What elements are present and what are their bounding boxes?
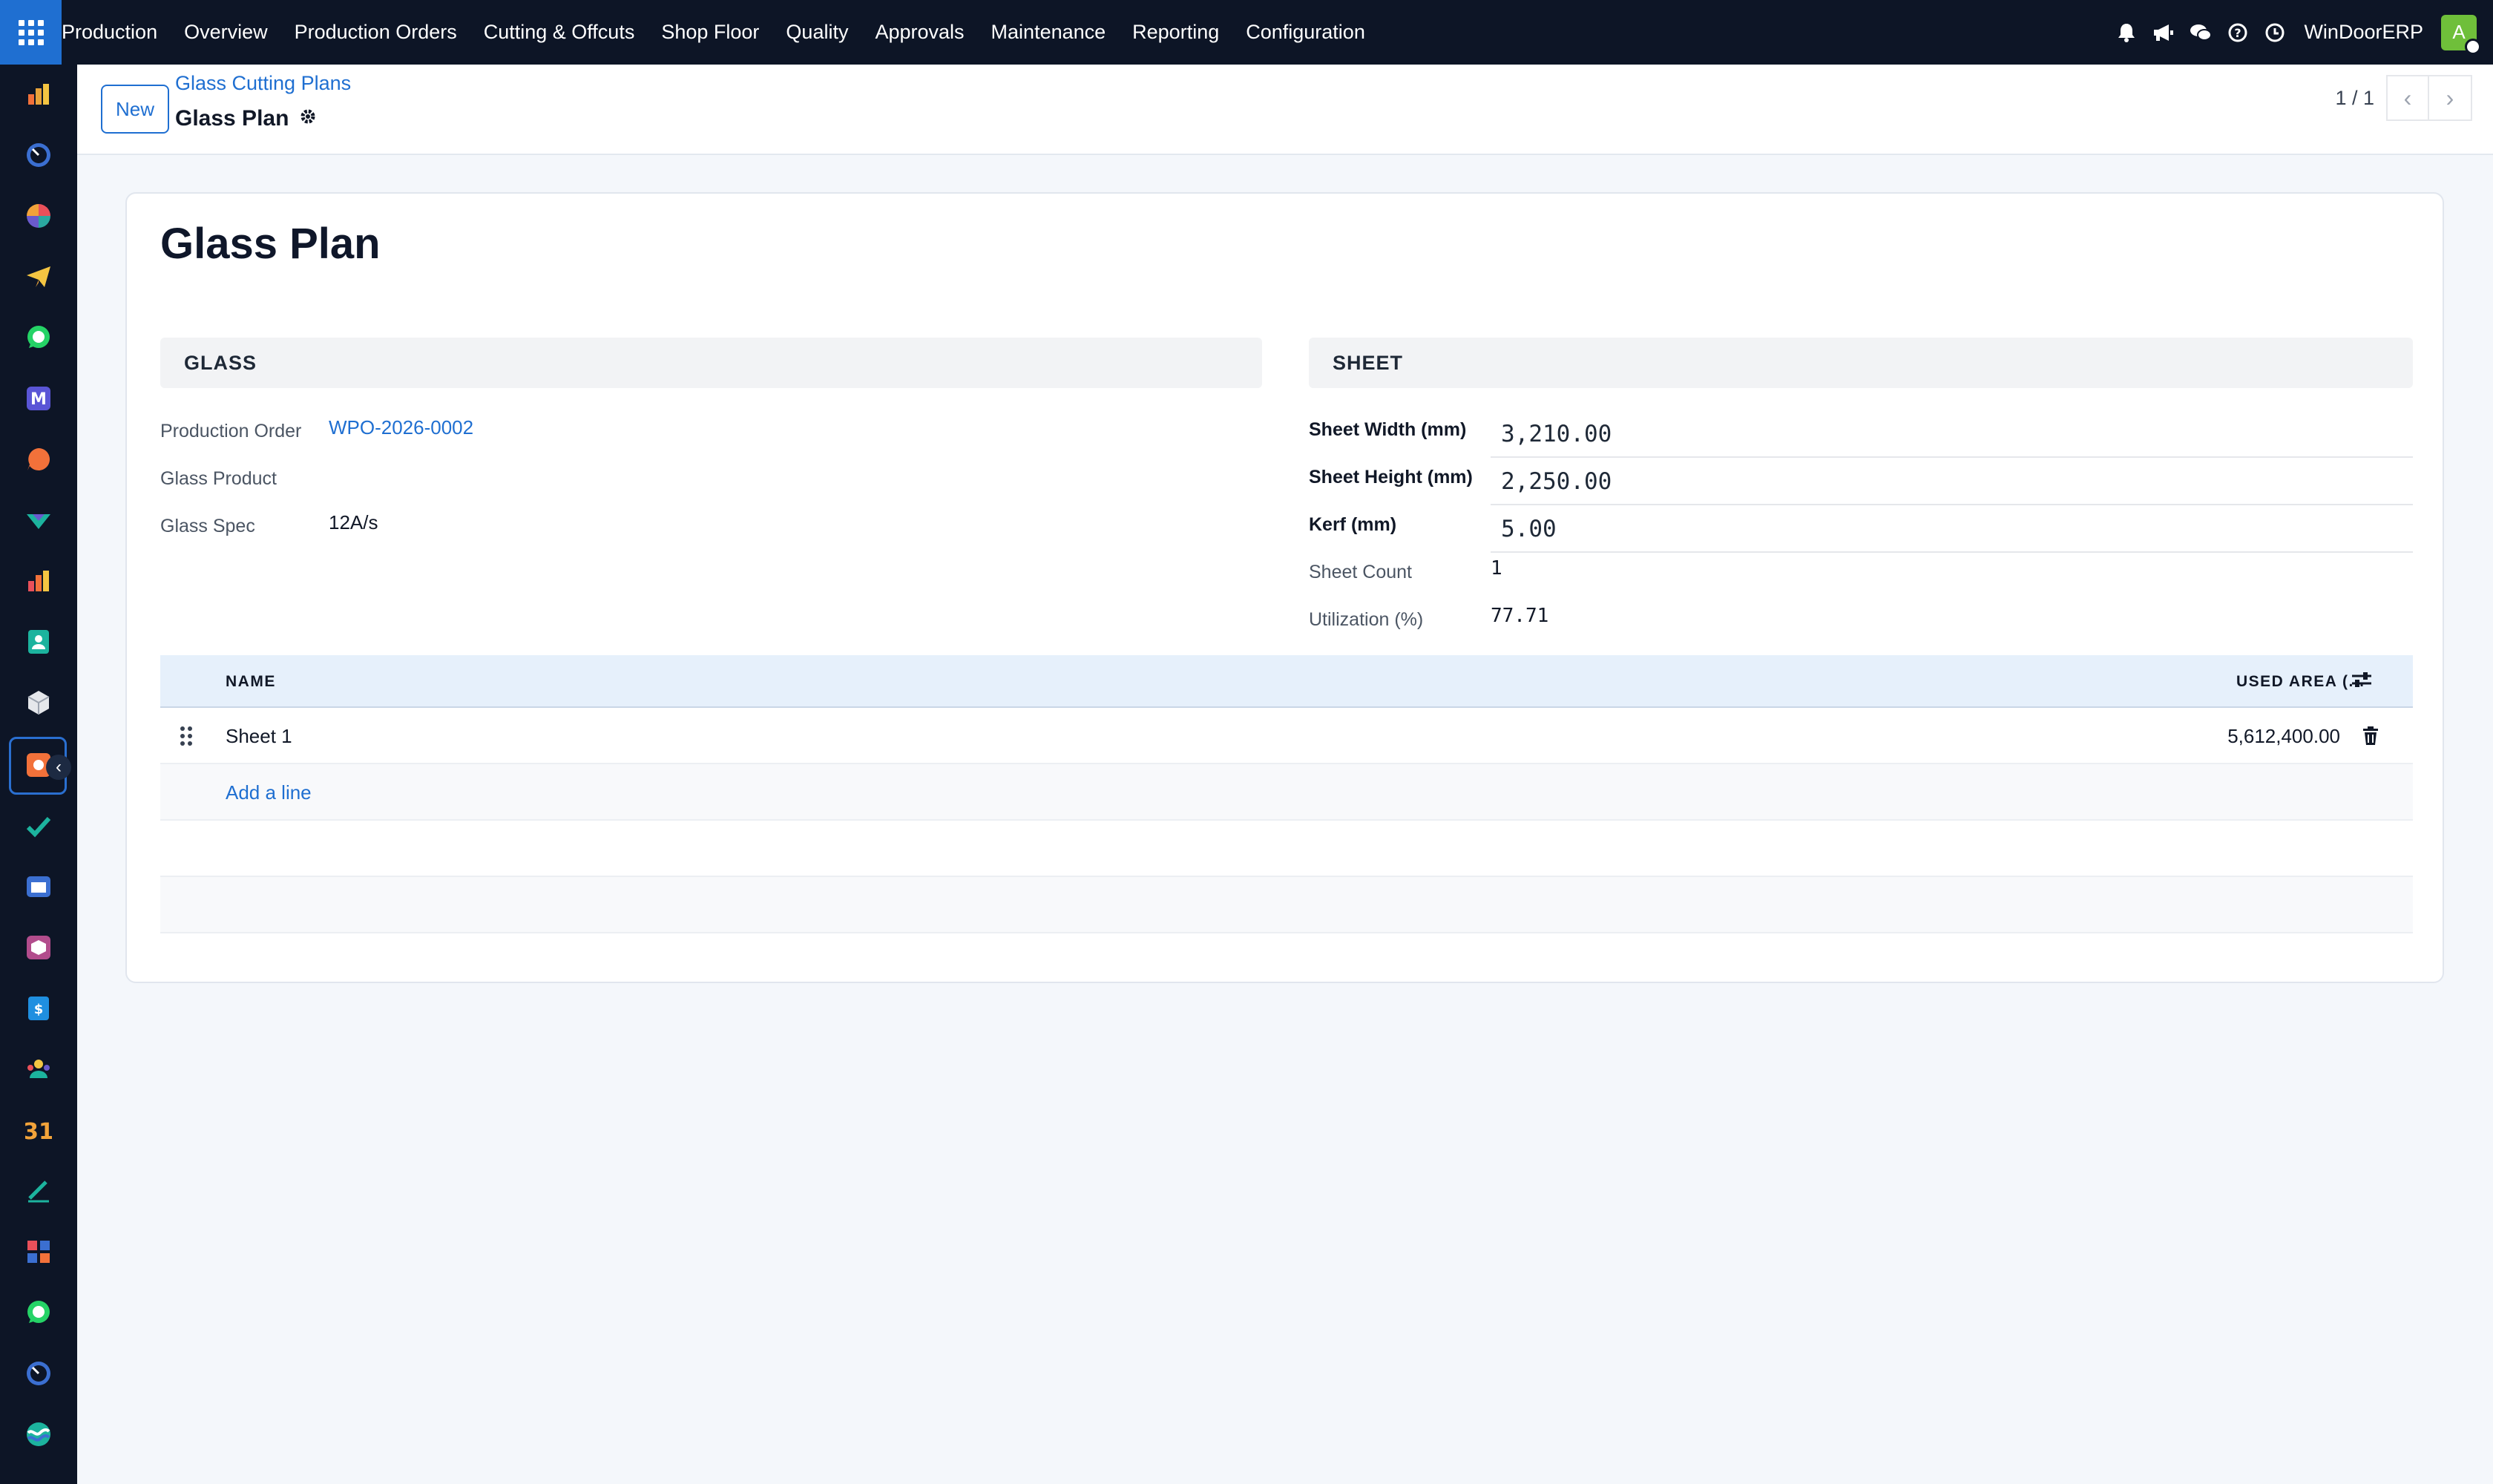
systray: ? WinDoorERP A [2108,0,2493,65]
help-icon[interactable]: ? [2225,20,2250,45]
optional-columns-toggle[interactable] [2351,655,2373,708]
app-menu-button[interactable] [0,0,62,65]
checkmark-icon[interactable] [24,811,53,841]
grid-apps-icon[interactable] [24,1237,53,1267]
chevron-left-icon[interactable]: ‹ [46,755,71,780]
sheet-width-input[interactable]: 3,210.00 [1491,412,2413,458]
calendar-31-icon[interactable]: 31 [24,1115,53,1145]
table-row[interactable]: Sheet 1 5,612,400.00 [160,708,2413,764]
grid-icon [18,19,44,45]
add-line-link[interactable]: Add a line [226,764,312,821]
empty-row [160,877,2413,933]
menu-approvals[interactable]: Approvals [861,21,977,44]
sheet-height-label: Sheet Height (mm) [1309,467,1473,487]
breadcrumb-current: Glass Plan [175,106,317,131]
breadcrumb-current-label: Glass Plan [175,106,289,131]
menu-reporting[interactable]: Reporting [1119,21,1232,44]
record-title[interactable]: Glass Plan [160,219,381,269]
production-order-label: Production Order [160,421,302,441]
bar-chart-app-icon[interactable] [24,79,53,109]
column-used-area-header[interactable]: USED AREA (... [2236,655,2365,708]
sheet-count-value: 1 [1491,557,1502,580]
menu-configuration[interactable]: Configuration [1232,21,1379,44]
empty-row [160,821,2413,877]
pie-app-icon[interactable] [24,201,53,231]
inventory-box-icon[interactable] [24,933,53,962]
sheets-table-header: NAME USED AREA (... [160,655,2413,708]
menu-cutting-offcuts[interactable]: Cutting & Offcuts [470,21,648,44]
dashboard-gauge-icon-2[interactable] [24,1359,53,1388]
sheet-count-label: Sheet Count [1309,562,1412,582]
sheet-height-input[interactable]: 2,250.00 [1491,459,2413,505]
production-order-link[interactable]: WPO-2026-0002 [329,416,473,439]
paper-plane-icon[interactable] [24,262,53,292]
user-avatar[interactable]: A [2441,14,2481,55]
chat-icon[interactable] [2188,20,2213,45]
dashboard-gauge-icon[interactable] [24,140,53,170]
menu-overview[interactable]: Overview [171,21,281,44]
knowledge-book-icon[interactable] [24,872,53,902]
glass-spec-label: Glass Spec [160,516,255,536]
contacts-icon[interactable] [24,627,53,657]
pager-counter[interactable]: 1 / 1 [2335,87,2374,110]
menu-production-orders[interactable]: Production Orders [281,21,470,44]
kerf-input[interactable]: 5.00 [1491,507,2413,553]
megaphone-icon[interactable] [2151,20,2176,45]
pager-next-button[interactable]: › [2429,75,2472,121]
cube-icon[interactable] [24,688,53,718]
app-rail: M ‹ $ 31 [0,65,77,1484]
glass-product-label: Glass Product [160,468,277,489]
svg-text:31: 31 [25,1119,52,1143]
wave-app-icon[interactable] [24,1419,53,1449]
pager-previous-button[interactable]: ‹ [2386,75,2429,121]
bell-icon[interactable] [2114,20,2139,45]
drag-handle-icon[interactable] [180,708,193,764]
avatar-letter: A [2452,21,2466,43]
sheet-width-label: Sheet Width (mm) [1309,419,1467,440]
sliders-icon [2351,670,2373,694]
kerf-label: Kerf (mm) [1309,514,1397,535]
column-name-header[interactable]: NAME [226,655,276,708]
menu-shop-floor[interactable]: Shop Floor [648,21,772,44]
menu-quality[interactable]: Quality [772,21,861,44]
svg-text:$: $ [34,1002,44,1017]
row-used-area-cell[interactable]: 5,612,400.00 [2227,708,2340,764]
new-button[interactable]: New [101,85,169,134]
company-name[interactable]: WinDoorERP [2304,21,2423,44]
pager: 1 / 1 ‹ › [2335,75,2472,121]
top-navbar: Production Overview Production Orders Cu… [0,0,2493,65]
chevron-right-icon: › [2446,84,2454,111]
sheet-section-header: SHEET [1309,338,2413,388]
sign-pen-icon[interactable] [24,1176,53,1206]
menu-maintenance[interactable]: Maintenance [978,21,1120,44]
main-menu: Production Overview Production Orders Cu… [62,0,1379,65]
glass-section-header: GLASS [160,338,1262,388]
gear-icon[interactable] [299,106,317,131]
form-sheet: Glass Plan GLASS SHEET Production Order … [125,192,2444,983]
trash-icon[interactable] [2362,708,2379,764]
whatsapp-icon[interactable] [24,323,53,352]
utilization-value: 77.71 [1491,605,1549,627]
discuss-bubble-icon[interactable] [24,444,53,474]
whatsapp-icon-2[interactable] [24,1298,53,1327]
control-panel: New Glass Cutting Plans Glass Plan 1 / 1… [77,65,2493,155]
chevron-left-icon: ‹ [2403,84,2412,111]
mail-app-icon[interactable]: M [24,384,53,413]
status-dot [2465,38,2481,55]
invoice-dollar-icon[interactable]: $ [24,994,53,1023]
svg-text:M: M [30,390,47,409]
glass-spec-value[interactable]: 12A/s [329,511,378,534]
breadcrumb-parent-link[interactable]: Glass Cutting Plans [175,72,351,95]
clock-icon[interactable] [2262,20,2287,45]
stats-app-icon[interactable] [24,566,53,596]
employees-icon[interactable] [24,1054,53,1084]
svg-text:?: ? [2235,26,2241,40]
check-ribbon-icon[interactable] [24,505,53,535]
row-name-cell[interactable]: Sheet 1 [226,708,292,764]
utilization-label: Utilization (%) [1309,609,1424,630]
add-line-row: Add a line [160,764,2413,821]
menu-brand-production[interactable]: Production [62,21,171,44]
